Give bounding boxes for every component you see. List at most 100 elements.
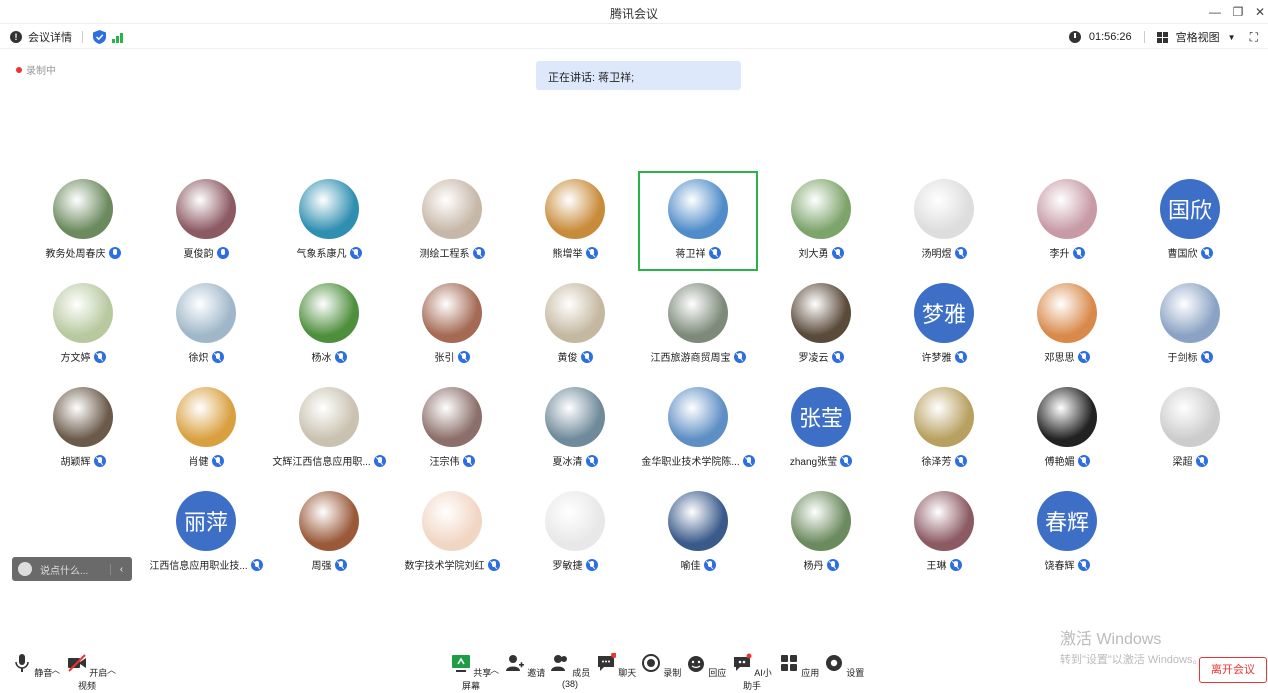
info-icon: ! — [10, 31, 22, 43]
participant-tile[interactable]: 肖健 — [146, 379, 266, 479]
participant-tile[interactable]: 测绘工程系 — [392, 171, 512, 271]
participant-tile[interactable]: 刘大勇 — [761, 171, 881, 271]
record-button[interactable]: 录制 — [639, 653, 683, 679]
participant-tile[interactable]: 国欣 曹国欣 — [1130, 171, 1250, 271]
mute-options-caret[interactable]: ︿ — [51, 663, 60, 676]
participant-tile[interactable]: 邓思思 — [1007, 275, 1127, 375]
apps-button[interactable]: 应用 — [777, 653, 821, 679]
microphone-muted-icon — [349, 246, 362, 259]
collapse-chat-button[interactable]: ‹ — [110, 563, 132, 575]
participant-avatar — [791, 491, 851, 551]
participant-tile[interactable]: 罗凌云 — [761, 275, 881, 375]
participant-tile[interactable]: 杨冰 — [269, 275, 389, 375]
shield-icon[interactable] — [93, 30, 106, 44]
leave-meeting-button[interactable]: 离开会议 — [1199, 657, 1267, 683]
participant-label: 张引 — [392, 349, 512, 364]
mute-button[interactable]: 静音 — [10, 653, 54, 679]
view-mode-button[interactable]: 宫格视图 — [1176, 29, 1220, 45]
signal-icon[interactable] — [112, 32, 123, 43]
participant-avatar — [668, 179, 728, 239]
chat-button[interactable]: 聊天 — [594, 652, 638, 679]
participant-name: 教务处周春庆 — [45, 249, 106, 260]
video-options-caret[interactable]: ︿ — [107, 663, 116, 676]
microphone-muted-icon — [93, 350, 106, 363]
close-button[interactable]: ✕ — [1250, 3, 1268, 21]
participant-tile[interactable]: 春辉 饶春辉 — [1007, 483, 1127, 583]
share-screen-button[interactable]: 共享屏幕 — [449, 653, 493, 692]
members-button[interactable]: 成员(38) — [548, 653, 592, 689]
minimize-button[interactable]: — — [1205, 3, 1225, 21]
settings-button[interactable]: 设置 — [822, 653, 866, 679]
participant-tile[interactable]: 蒋卫祥 — [638, 171, 758, 271]
participant-tile[interactable]: 李升 — [1007, 171, 1127, 271]
participant-label: 夏俊韵 — [146, 245, 266, 260]
participant-label: 罗凌云 — [761, 349, 881, 364]
participant-tile[interactable]: 傅艳媚 — [1007, 379, 1127, 479]
participant-name: 熊增举 — [552, 249, 583, 260]
participant-tile[interactable]: 数字技术学院刘红 — [392, 483, 512, 583]
participant-tile[interactable]: 徐泽芳 — [884, 379, 1004, 479]
participant-avatar — [668, 491, 728, 551]
chat-label: 聊天 — [618, 668, 637, 678]
participant-tile[interactable]: 徐炽 — [146, 275, 266, 375]
chevron-down-icon[interactable]: ▼ — [1228, 33, 1236, 42]
watermark-line1: 激活 Windows — [1060, 631, 1162, 648]
participant-tile[interactable]: 罗敏捷 — [515, 483, 635, 583]
participant-tile[interactable]: 张莹 zhang张莹 — [761, 379, 881, 479]
participant-name: 徐炽 — [188, 353, 209, 364]
record-icon — [641, 654, 660, 672]
participant-tile[interactable]: 胡颖辉 — [23, 379, 143, 479]
participant-tile[interactable]: 张引 — [392, 275, 512, 375]
participant-tile[interactable]: 黄俊 — [515, 275, 635, 375]
participant-name: 梁超 — [1172, 457, 1193, 468]
participant-label: 徐泽芳 — [884, 453, 1004, 468]
microphone-muted-icon — [1200, 350, 1213, 363]
meeting-details-link[interactable]: 会议详情 — [28, 29, 72, 45]
watermark-line2: 转到"设置"以激活 Windows。 — [1060, 654, 1204, 666]
participant-tile[interactable]: 文辉江西信息应用职... — [269, 379, 389, 479]
participant-label: 汪宗伟 — [392, 453, 512, 468]
participant-name: 肖健 — [188, 457, 209, 468]
participant-avatar: 丽萍 — [176, 491, 236, 551]
participant-avatar — [545, 179, 605, 239]
restore-button[interactable]: ❐ — [1228, 3, 1248, 21]
video-button[interactable]: 开启视频 — [65, 653, 109, 692]
members-icon — [550, 655, 567, 671]
participant-tile[interactable]: 杨丹 — [761, 483, 881, 583]
participant-tile[interactable]: 于剑标 — [1130, 275, 1250, 375]
microphone-muted-icon — [334, 350, 347, 363]
participant-tile[interactable]: 喻佳 — [638, 483, 758, 583]
microphone-muted-icon — [1077, 350, 1090, 363]
emoji-icon[interactable] — [18, 562, 32, 576]
grid-view-icon[interactable] — [1156, 31, 1168, 43]
participant-label: 气象系康凡 — [269, 245, 389, 260]
participant-name: 汪宗伟 — [429, 457, 460, 468]
participant-tile[interactable]: 熊增举 — [515, 171, 635, 271]
participant-tile[interactable]: 夏俊韵 — [146, 171, 266, 271]
invite-button[interactable]: 邀请 — [503, 653, 547, 679]
chat-input[interactable]: 说点什么... ‹ — [12, 557, 132, 581]
participant-tile[interactable]: 气象系康凡 — [269, 171, 389, 271]
participant-avatar — [1160, 387, 1220, 447]
participant-tile[interactable]: 教务处周春庆 — [23, 171, 143, 271]
participant-tile[interactable]: 梦雅 许梦雅 — [884, 275, 1004, 375]
participant-tile[interactable]: 梁超 — [1130, 379, 1250, 479]
share-options-caret[interactable]: ︿ — [490, 663, 499, 676]
microphone-muted-icon — [954, 246, 967, 259]
participant-tile[interactable]: 方文婷 — [23, 275, 143, 375]
microphone-muted-icon — [742, 454, 755, 467]
participant-tile[interactable]: 丽萍 江西信息应用职业技... — [146, 483, 266, 583]
react-button[interactable]: 回应 — [684, 653, 728, 679]
share-screen-icon — [451, 655, 470, 672]
microphone-muted-icon — [93, 454, 106, 467]
participant-tile[interactable]: 周强 — [269, 483, 389, 583]
ai-assistant-button[interactable]: AI小助手 — [730, 653, 774, 692]
fullscreen-icon[interactable]: ⛶ — [1250, 30, 1258, 45]
participant-tile[interactable]: 王琳 — [884, 483, 1004, 583]
participant-tile[interactable]: 汤明煜 — [884, 171, 1004, 271]
participant-tile[interactable]: 汪宗伟 — [392, 379, 512, 479]
participant-tile[interactable]: 夏冰清 — [515, 379, 635, 479]
participant-tile[interactable]: 金华职业技术学院陈... — [638, 379, 758, 479]
participant-label: 喻佳 — [638, 557, 758, 572]
participant-tile[interactable]: 江西旅游商贸周宝 — [638, 275, 758, 375]
